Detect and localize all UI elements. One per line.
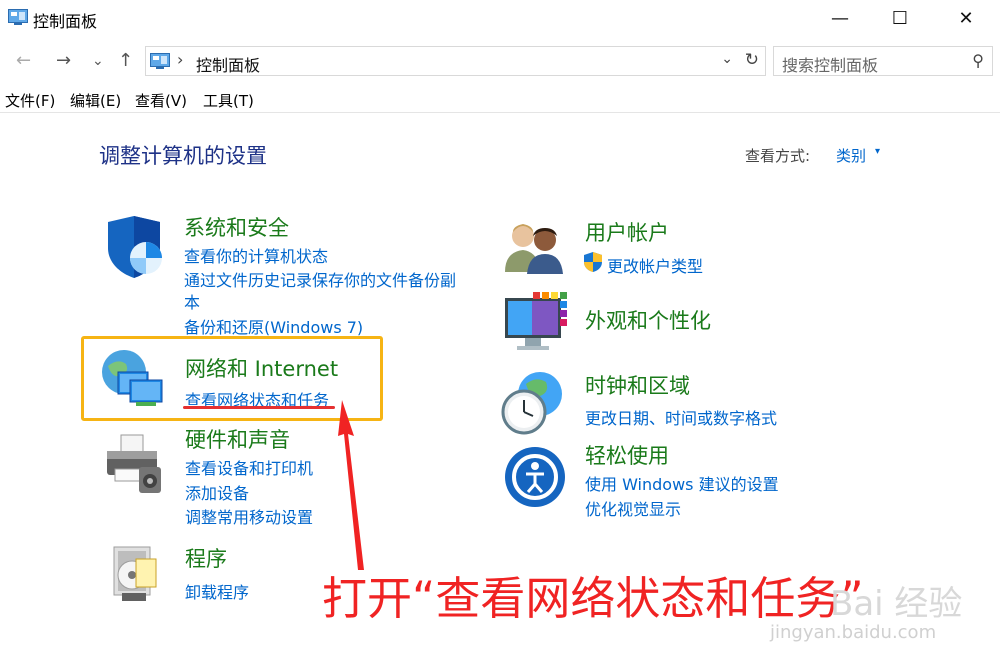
menu-file[interactable]: 文件(F) bbox=[5, 90, 55, 111]
watermark: Bai 经验 bbox=[830, 584, 963, 624]
window-title: 控制面板 bbox=[33, 12, 98, 31]
link-file-history[interactable]: 通过文件历史记录保存你的文件备份副 bbox=[184, 267, 456, 291]
category-hardware-sound[interactable]: 硬件和声音 bbox=[185, 424, 290, 454]
programs-icon[interactable] bbox=[108, 545, 160, 603]
breadcrumb-control-panel[interactable]: 控制面板 bbox=[196, 52, 260, 76]
view-by-caret-icon[interactable]: ▾ bbox=[875, 146, 880, 157]
link-view-computer-status[interactable]: 查看你的计算机状态 bbox=[184, 243, 328, 267]
category-ease-of-access[interactable]: 轻松使用 bbox=[585, 440, 669, 470]
view-by-label: 查看方式: bbox=[745, 147, 811, 165]
personalization-monitor-icon[interactable] bbox=[503, 290, 569, 352]
category-programs[interactable]: 程序 bbox=[185, 543, 227, 573]
address-bar[interactable]: › 控制面板 ⌄ ↻ bbox=[145, 46, 766, 76]
menu-tools[interactable]: 工具(T) bbox=[203, 90, 254, 111]
search-input[interactable]: 搜索控制面板 ⚲ bbox=[773, 46, 993, 76]
highlight-underline bbox=[183, 406, 335, 409]
link-uninstall-program[interactable]: 卸载程序 bbox=[185, 579, 249, 603]
clock-globe-icon[interactable] bbox=[500, 370, 566, 436]
title-bar: 控制面板 — ☐ ✕ bbox=[0, 0, 1000, 38]
annotation-arrow-icon bbox=[338, 400, 364, 570]
breadcrumb-chevron-icon[interactable]: › bbox=[177, 50, 183, 69]
category-system-security[interactable]: 系统和安全 bbox=[184, 212, 289, 242]
forward-arrow-icon[interactable]: → bbox=[56, 50, 71, 71]
up-arrow-icon[interactable]: ↑ bbox=[118, 50, 133, 71]
control-panel-icon bbox=[8, 9, 28, 25]
link-mobility-settings[interactable]: 调整常用移动设置 bbox=[185, 504, 313, 528]
control-panel-icon bbox=[150, 53, 170, 69]
users-icon[interactable] bbox=[503, 222, 565, 274]
link-change-account-type[interactable]: 更改帐户类型 bbox=[607, 253, 703, 277]
link-add-device[interactable]: 添加设备 bbox=[185, 480, 249, 504]
search-icon[interactable]: ⚲ bbox=[972, 51, 984, 70]
search-placeholder: 搜索控制面板 bbox=[782, 56, 879, 75]
shield-icon[interactable] bbox=[102, 214, 166, 280]
category-clock-region[interactable]: 时钟和区域 bbox=[585, 370, 690, 400]
refresh-icon[interactable]: ↻ bbox=[745, 50, 759, 70]
annotation-text: 打开“查看网络状态和任务” bbox=[322, 572, 864, 625]
menu-view[interactable]: 查看(V) bbox=[135, 90, 187, 111]
maximize-button[interactable]: ☐ bbox=[877, 0, 923, 36]
recent-locations-chevron-icon[interactable]: ⌄ bbox=[92, 53, 104, 69]
link-devices-printers[interactable]: 查看设备和打印机 bbox=[185, 455, 313, 479]
back-arrow-icon[interactable]: ← bbox=[16, 50, 31, 71]
uac-shield-icon bbox=[584, 252, 602, 272]
menu-bar: 文件(F) 编辑(E) 查看(V) 工具(T) bbox=[0, 86, 1000, 113]
link-backup-restore[interactable]: 备份和还原(Windows 7) bbox=[184, 314, 363, 338]
close-button[interactable]: ✕ bbox=[943, 0, 989, 36]
menu-edit[interactable]: 编辑(E) bbox=[70, 90, 121, 111]
ease-of-access-icon[interactable] bbox=[504, 446, 566, 508]
address-dropdown-icon[interactable]: ⌄ bbox=[721, 51, 733, 67]
link-windows-recommended-settings[interactable]: 使用 Windows 建议的设置 bbox=[585, 471, 779, 495]
watermark-url: jingyan.baidu.com bbox=[770, 622, 937, 643]
link-change-date-time-format[interactable]: 更改日期、时间或数字格式 bbox=[585, 405, 777, 429]
category-user-accounts[interactable]: 用户帐户 bbox=[585, 217, 669, 247]
minimize-button[interactable]: — bbox=[817, 0, 863, 36]
page-title: 调整计算机的设置 bbox=[99, 144, 267, 168]
link-optimize-visual-display[interactable]: 优化视觉显示 bbox=[585, 496, 681, 520]
link-file-history-cont[interactable]: 本 bbox=[184, 289, 200, 313]
printer-icon[interactable] bbox=[103, 433, 165, 495]
category-appearance-personalization[interactable]: 外观和个性化 bbox=[585, 305, 711, 335]
view-by-dropdown[interactable]: 类别 bbox=[836, 145, 866, 166]
